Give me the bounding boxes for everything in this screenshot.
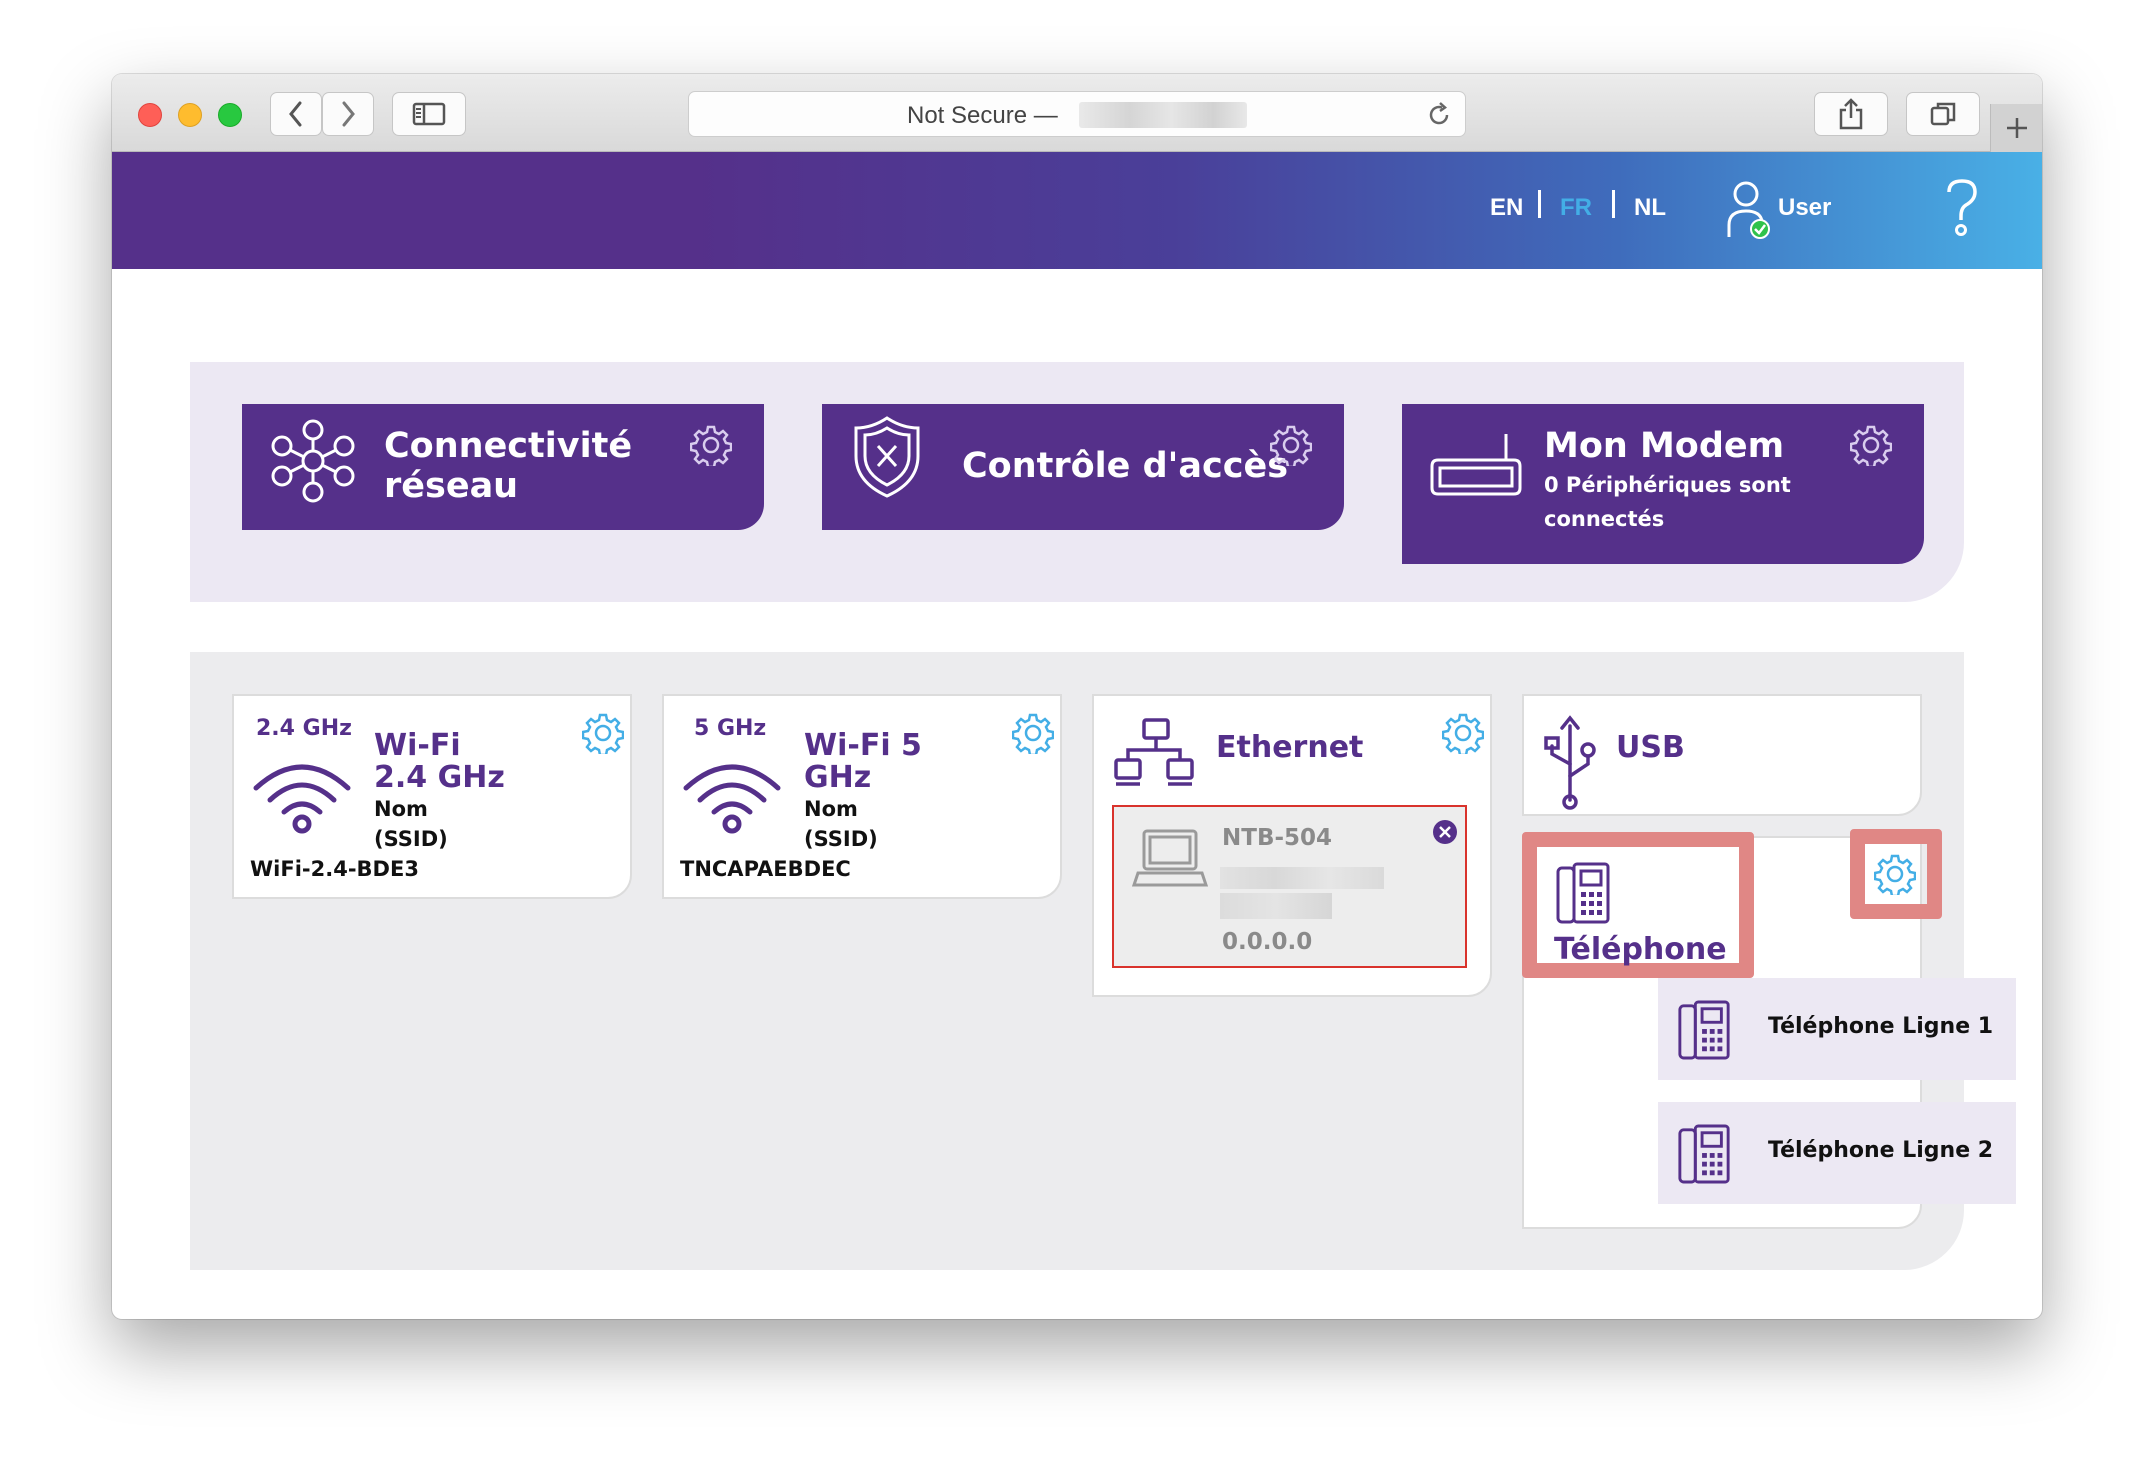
device-redacted-info bbox=[1220, 893, 1332, 919]
ssid-label-line2: (SSID) bbox=[804, 827, 878, 851]
chevron-right-icon bbox=[342, 101, 355, 127]
new-tab-button[interactable] bbox=[1990, 104, 2042, 152]
card-usb[interactable]: USB bbox=[1522, 694, 1922, 816]
telephone-line-1[interactable]: Téléphone Ligne 1 bbox=[1658, 978, 2016, 1080]
plus-icon bbox=[2006, 118, 2027, 138]
user-label[interactable]: User bbox=[1778, 194, 1831, 222]
wifi-icon bbox=[253, 764, 351, 834]
telephone-icon bbox=[1678, 1124, 1730, 1184]
tile-title: Contrôle d'accès bbox=[962, 446, 1289, 486]
forward-button[interactable] bbox=[322, 92, 374, 136]
ssid-value: WiFi-2.4-BDE3 bbox=[250, 857, 419, 881]
browser-toolbar: Not Secure — bbox=[112, 74, 2042, 152]
modem-icon bbox=[1430, 434, 1522, 496]
connected-device[interactable]: NTB-504 0.0.0.0 bbox=[1112, 805, 1467, 968]
browser-window: Not Secure — EN FR NL User Connectivité … bbox=[112, 74, 2042, 1319]
shield-icon bbox=[854, 416, 920, 498]
network-icon bbox=[271, 419, 355, 503]
lang-separator bbox=[1612, 190, 1615, 218]
tabs-button[interactable] bbox=[1906, 92, 1980, 136]
lang-fr-link[interactable]: FR bbox=[1560, 194, 1592, 222]
lang-en-link[interactable]: EN bbox=[1490, 194, 1523, 222]
lang-separator bbox=[1538, 190, 1541, 218]
card-wifi-5[interactable]: 5 GHz Wi-Fi 5 GHz Nom (SSID) TNCAPAEBDEC bbox=[662, 694, 1062, 899]
tile-title-line2: réseau bbox=[384, 466, 519, 506]
share-icon bbox=[1839, 98, 1863, 130]
page-header: EN FR NL User bbox=[112, 152, 2042, 269]
card-title: Ethernet bbox=[1216, 730, 1364, 765]
ssid-value: TNCAPAEBDEC bbox=[680, 857, 851, 881]
close-window-button[interactable] bbox=[138, 103, 162, 127]
tile-subtitle-line2: connectés bbox=[1544, 507, 1665, 531]
line-label: Téléphone Ligne 1 bbox=[1768, 1014, 1994, 1039]
card-title-line2: 2.4 GHz bbox=[374, 760, 505, 795]
gear-icon[interactable] bbox=[1442, 712, 1484, 754]
telephone-icon bbox=[1678, 1000, 1730, 1060]
sidebar-button[interactable] bbox=[392, 92, 466, 136]
card-title: Téléphone bbox=[1554, 932, 1727, 967]
ssid-label-line2: (SSID) bbox=[374, 827, 448, 851]
zoom-window-button[interactable] bbox=[218, 103, 242, 127]
frequency-label: 2.4 GHz bbox=[256, 716, 352, 741]
close-icon[interactable] bbox=[1432, 819, 1458, 845]
gear-icon[interactable] bbox=[690, 424, 732, 466]
wifi-icon bbox=[683, 764, 781, 834]
user-icon[interactable] bbox=[1726, 179, 1772, 241]
tile-subtitle-line1: 0 Périphériques sont bbox=[1544, 473, 1791, 497]
card-title: USB bbox=[1616, 730, 1685, 765]
tile-access-control[interactable]: Contrôle d'accès bbox=[822, 404, 1344, 530]
gear-icon[interactable] bbox=[1012, 712, 1054, 754]
telephone-icon bbox=[1556, 862, 1610, 924]
laptop-icon bbox=[1132, 829, 1208, 887]
sidebar-icon bbox=[412, 102, 446, 126]
device-name: NTB-504 bbox=[1222, 825, 1333, 851]
tile-title: Mon Modem bbox=[1544, 426, 1785, 466]
tile-network-connectivity[interactable]: Connectivité réseau bbox=[242, 404, 764, 530]
address-bar[interactable]: Not Secure — bbox=[688, 91, 1466, 137]
back-button[interactable] bbox=[270, 92, 322, 136]
share-button[interactable] bbox=[1814, 92, 1888, 136]
gear-icon[interactable] bbox=[1270, 424, 1312, 466]
gear-icon[interactable] bbox=[1874, 853, 1916, 895]
question-mark-icon[interactable] bbox=[1944, 178, 1980, 240]
gear-icon[interactable] bbox=[582, 712, 624, 754]
frequency-label: 5 GHz bbox=[694, 716, 767, 741]
chevron-left-icon bbox=[289, 101, 302, 127]
tile-title-line1: Connectivité bbox=[384, 426, 633, 466]
gear-icon[interactable] bbox=[1850, 424, 1892, 466]
url-text: Not Secure — bbox=[907, 102, 1058, 129]
minimize-window-button[interactable] bbox=[178, 103, 202, 127]
url-redacted bbox=[1079, 102, 1247, 128]
device-ip: 0.0.0.0 bbox=[1222, 929, 1313, 955]
card-title-line2: GHz bbox=[804, 760, 872, 795]
reload-icon[interactable] bbox=[1425, 101, 1453, 129]
lang-nl-link[interactable]: NL bbox=[1634, 194, 1666, 222]
telephone-line-2[interactable]: Téléphone Ligne 2 bbox=[1658, 1102, 2016, 1204]
tabs-icon bbox=[1930, 102, 1956, 126]
ethernet-icon bbox=[1114, 718, 1194, 786]
tile-my-modem[interactable]: Mon Modem 0 Périphériques sont connectés bbox=[1402, 404, 1924, 564]
card-title-line1: Wi-Fi 5 bbox=[804, 728, 922, 763]
card-wifi-24[interactable]: 2.4 GHz Wi-Fi 2.4 GHz Nom (SSID) WiFi-2.… bbox=[232, 694, 632, 899]
device-redacted-info bbox=[1220, 867, 1384, 889]
ssid-label-line1: Nom bbox=[804, 797, 858, 821]
line-label: Téléphone Ligne 2 bbox=[1768, 1138, 1994, 1163]
ssid-label-line1: Nom bbox=[374, 797, 428, 821]
usb-icon bbox=[1544, 715, 1596, 810]
card-title-line1: Wi-Fi bbox=[374, 728, 461, 763]
